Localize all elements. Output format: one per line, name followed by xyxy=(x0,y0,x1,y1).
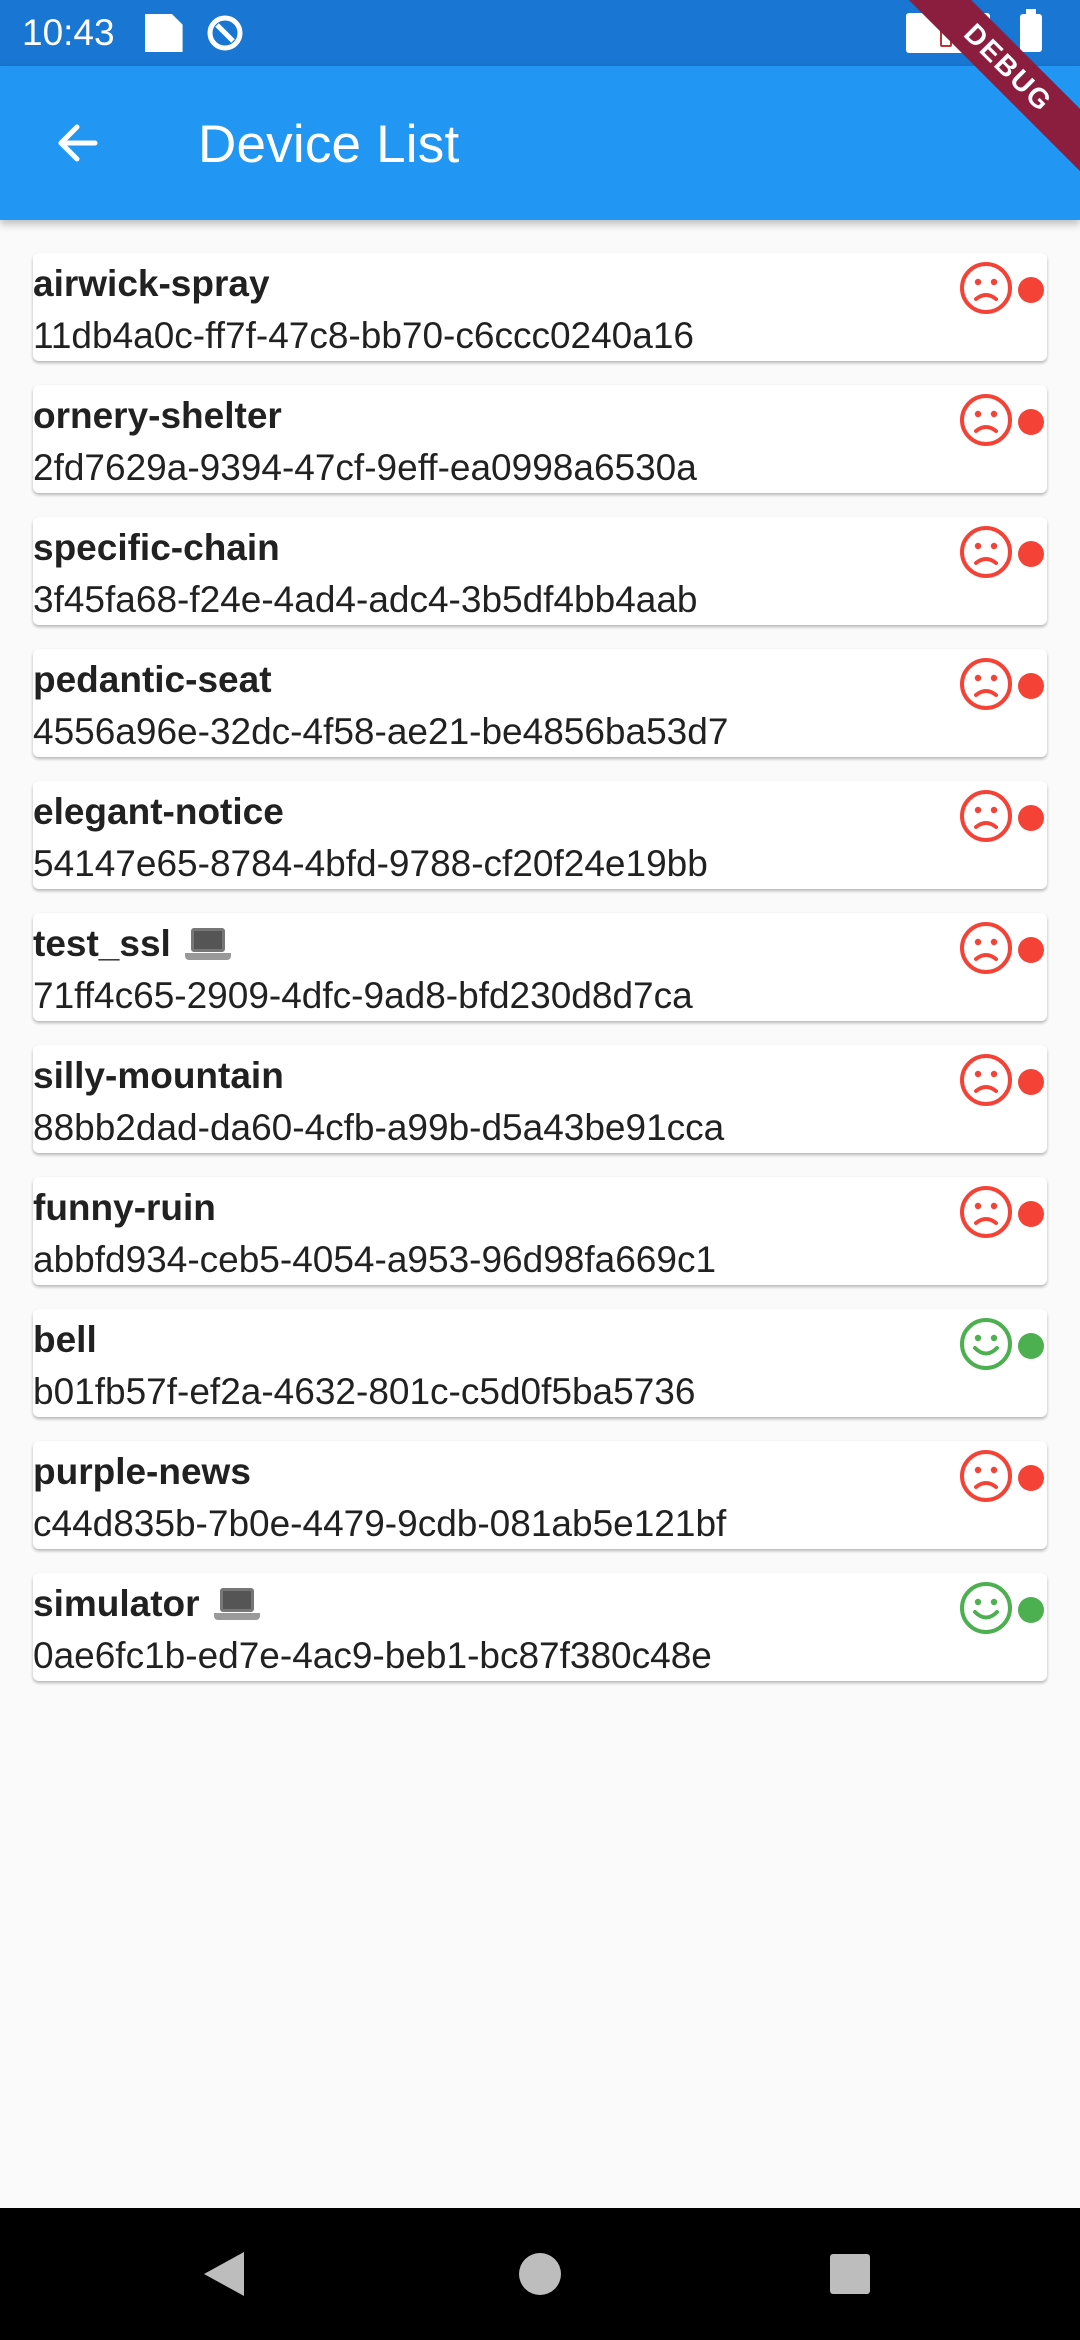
happy-face-icon xyxy=(960,1582,1012,1634)
device-card[interactable]: airwick-spray 11db4a0c-ff7f-47c8-bb70-c6c… xyxy=(33,253,1047,361)
device-card[interactable]: bell b01fb57f-ef2a-4632-801c-c5d0f5ba5736 xyxy=(33,1309,1047,1417)
device-name-row: pedantic-seat xyxy=(33,659,272,701)
status-dot xyxy=(1018,1201,1044,1227)
device-id: 54147e65-8784-4bfd-9788-cf20f24e19bb xyxy=(33,843,708,884)
device-name: ornery-shelter xyxy=(33,395,282,436)
device-name-row: funny-ruin xyxy=(33,1187,216,1229)
device-card[interactable]: test_ssl 71ff4c65-2909-4dfc-9ad8-bfd230d8… xyxy=(33,913,1047,1021)
screen: 10:43 Device List DEBUG airwick-spray 11d… xyxy=(0,0,1080,2340)
device-card[interactable]: pedantic-seat 4556a96e-32dc-4f58-ae21-be4… xyxy=(33,649,1047,757)
status-dot xyxy=(1018,409,1044,435)
device-id: 3f45fa68-f24e-4ad4-adc4-3b5df4bb4aab xyxy=(33,579,698,620)
sad-face-icon xyxy=(960,1450,1012,1502)
device-name: funny-ruin xyxy=(33,1187,216,1228)
sad-face-icon xyxy=(960,262,1012,314)
device-name-row: airwick-spray xyxy=(33,263,270,305)
sad-face-icon xyxy=(960,922,1012,974)
device-id: b01fb57f-ef2a-4632-801c-c5d0f5ba5736 xyxy=(33,1371,696,1412)
sad-face-icon xyxy=(960,790,1012,842)
device-name-row: specific-chain xyxy=(33,527,280,569)
device-name: purple-news xyxy=(33,1451,251,1492)
status-dot xyxy=(1018,937,1044,963)
device-name-row: silly-mountain xyxy=(33,1055,284,1097)
sad-face-icon xyxy=(960,1054,1012,1106)
nav-home-icon[interactable] xyxy=(519,2253,561,2295)
device-list: airwick-spray 11db4a0c-ff7f-47c8-bb70-c6c… xyxy=(33,253,1047,1705)
status-dot xyxy=(1018,541,1044,567)
data-saver-icon xyxy=(205,13,245,53)
arrow-back-icon xyxy=(58,124,98,162)
status-dot xyxy=(1018,673,1044,699)
device-name-row: test_ssl xyxy=(33,923,231,965)
device-card[interactable]: ornery-shelter 2fd7629a-9394-47cf-9eff-ea… xyxy=(33,385,1047,493)
device-card[interactable]: specific-chain 3f45fa68-f24e-4ad4-adc4-3b… xyxy=(33,517,1047,625)
device-name: simulator xyxy=(33,1583,200,1624)
status-dot xyxy=(1018,1333,1044,1359)
nav-recents-icon[interactable] xyxy=(830,2254,870,2294)
device-name: airwick-spray xyxy=(33,263,270,304)
device-name: test_ssl xyxy=(33,923,171,964)
status-dot xyxy=(1018,1465,1044,1491)
device-name: bell xyxy=(33,1319,97,1360)
laptop-icon xyxy=(213,1586,260,1622)
device-card[interactable]: elegant-notice 54147e65-8784-4bfd-9788-cf… xyxy=(33,781,1047,889)
status-dot xyxy=(1018,1597,1044,1623)
sad-face-icon xyxy=(960,526,1012,578)
device-card[interactable]: funny-ruin abbfd934-ceb5-4054-a953-96d98f… xyxy=(33,1177,1047,1285)
device-card[interactable]: purple-news c44d835b-7b0e-4479-9cdb-081ab… xyxy=(33,1441,1047,1549)
status-dot xyxy=(1018,805,1044,831)
device-name: specific-chain xyxy=(33,527,280,568)
device-id: 71ff4c65-2909-4dfc-9ad8-bfd230d8d7ca xyxy=(33,975,693,1016)
laptop-icon xyxy=(184,926,231,962)
device-card[interactable]: silly-mountain 88bb2dad-da60-4cfb-a99b-d5… xyxy=(33,1045,1047,1153)
device-id: 11db4a0c-ff7f-47c8-bb70-c6ccc0240a16 xyxy=(33,315,694,356)
device-name: elegant-notice xyxy=(33,791,284,832)
status-dot xyxy=(1018,277,1044,303)
device-name-row: bell xyxy=(33,1319,97,1361)
status-time: 10:43 xyxy=(22,12,115,53)
device-id: abbfd934-ceb5-4054-a953-96d98fa669c1 xyxy=(33,1239,717,1280)
device-name: silly-mountain xyxy=(33,1055,284,1096)
device-card[interactable]: simulator 0ae6fc1b-ed7e-4ac9-beb1-bc87f38… xyxy=(33,1573,1047,1681)
nav-back-icon[interactable] xyxy=(204,2252,244,2296)
sad-face-icon xyxy=(960,658,1012,710)
sad-face-icon xyxy=(960,1186,1012,1238)
device-name: pedantic-seat xyxy=(33,659,272,700)
battery-icon xyxy=(1020,9,1042,52)
app-bar: Device List xyxy=(0,66,1080,220)
device-id: 0ae6fc1b-ed7e-4ac9-beb1-bc87f380c48e xyxy=(33,1635,712,1676)
device-id: c44d835b-7b0e-4479-9cdb-081ab5e121bf xyxy=(33,1503,727,1544)
device-name-row: purple-news xyxy=(33,1451,251,1493)
device-name-row: simulator xyxy=(33,1583,260,1625)
device-name-row: ornery-shelter xyxy=(33,395,282,437)
device-id: 2fd7629a-9394-47cf-9eff-ea0998a6530a xyxy=(33,447,697,488)
page-title: Device List xyxy=(198,115,460,174)
sad-face-icon xyxy=(960,394,1012,446)
device-id: 88bb2dad-da60-4cfb-a99b-d5a43be91cca xyxy=(33,1107,725,1148)
device-name-row: elegant-notice xyxy=(33,791,284,833)
device-id: 4556a96e-32dc-4f58-ae21-be4856ba53d7 xyxy=(33,711,729,752)
status-dot xyxy=(1018,1069,1044,1095)
navigation-bar xyxy=(0,2208,1080,2340)
back-button[interactable] xyxy=(44,110,110,176)
document-icon xyxy=(144,14,183,52)
happy-face-icon xyxy=(960,1318,1012,1370)
